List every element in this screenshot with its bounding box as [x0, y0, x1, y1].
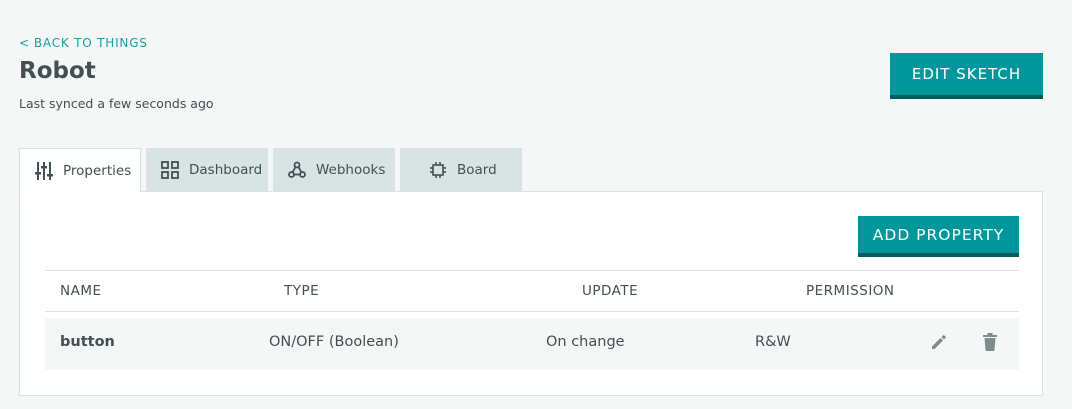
chip-icon	[430, 162, 446, 178]
tab-webhooks[interactable]: Webhooks	[273, 148, 395, 192]
properties-panel: ADD PROPERTY NAME TYPE UPDATE PERMISSION…	[19, 191, 1043, 396]
sliders-icon	[35, 161, 53, 180]
sync-status: Last synced a few seconds ago	[19, 96, 214, 111]
tab-board-label: Board	[457, 162, 497, 178]
tab-dashboard[interactable]: Dashboard	[146, 148, 268, 192]
column-header-update: UPDATE	[582, 283, 639, 299]
property-update: On change	[546, 334, 625, 350]
column-header-type: TYPE	[284, 283, 320, 299]
tab-webhooks-label: Webhooks	[316, 162, 386, 178]
delete-trash-icon[interactable]	[981, 332, 999, 356]
edit-sketch-button[interactable]: EDIT SKETCH	[890, 53, 1043, 99]
tab-properties[interactable]: Properties	[19, 148, 141, 193]
chevron-left-icon: <	[19, 36, 30, 50]
add-property-button[interactable]: ADD PROPERTY	[858, 216, 1019, 257]
property-permission: R&W	[755, 334, 791, 350]
tab-properties-label: Properties	[63, 162, 132, 179]
page-title: Robot	[19, 58, 96, 84]
property-name: button	[60, 334, 115, 350]
table-row[interactable]: button ON/OFF (Boolean) On change R&W	[45, 318, 1019, 370]
grid-icon	[161, 161, 179, 179]
tab-dashboard-label: Dashboard	[189, 162, 263, 178]
webhook-icon	[288, 161, 306, 178]
edit-pencil-icon[interactable]	[929, 332, 949, 356]
tab-board[interactable]: Board	[400, 148, 522, 192]
back-to-things-link[interactable]: < BACK TO THINGS	[19, 36, 148, 50]
back-to-things-label: BACK TO THINGS	[33, 36, 148, 50]
property-type: ON/OFF (Boolean)	[269, 334, 399, 350]
column-header-permission: PERMISSION	[806, 283, 895, 299]
column-header-name: NAME	[60, 283, 102, 299]
table-header: NAME TYPE UPDATE PERMISSION	[45, 270, 1019, 312]
